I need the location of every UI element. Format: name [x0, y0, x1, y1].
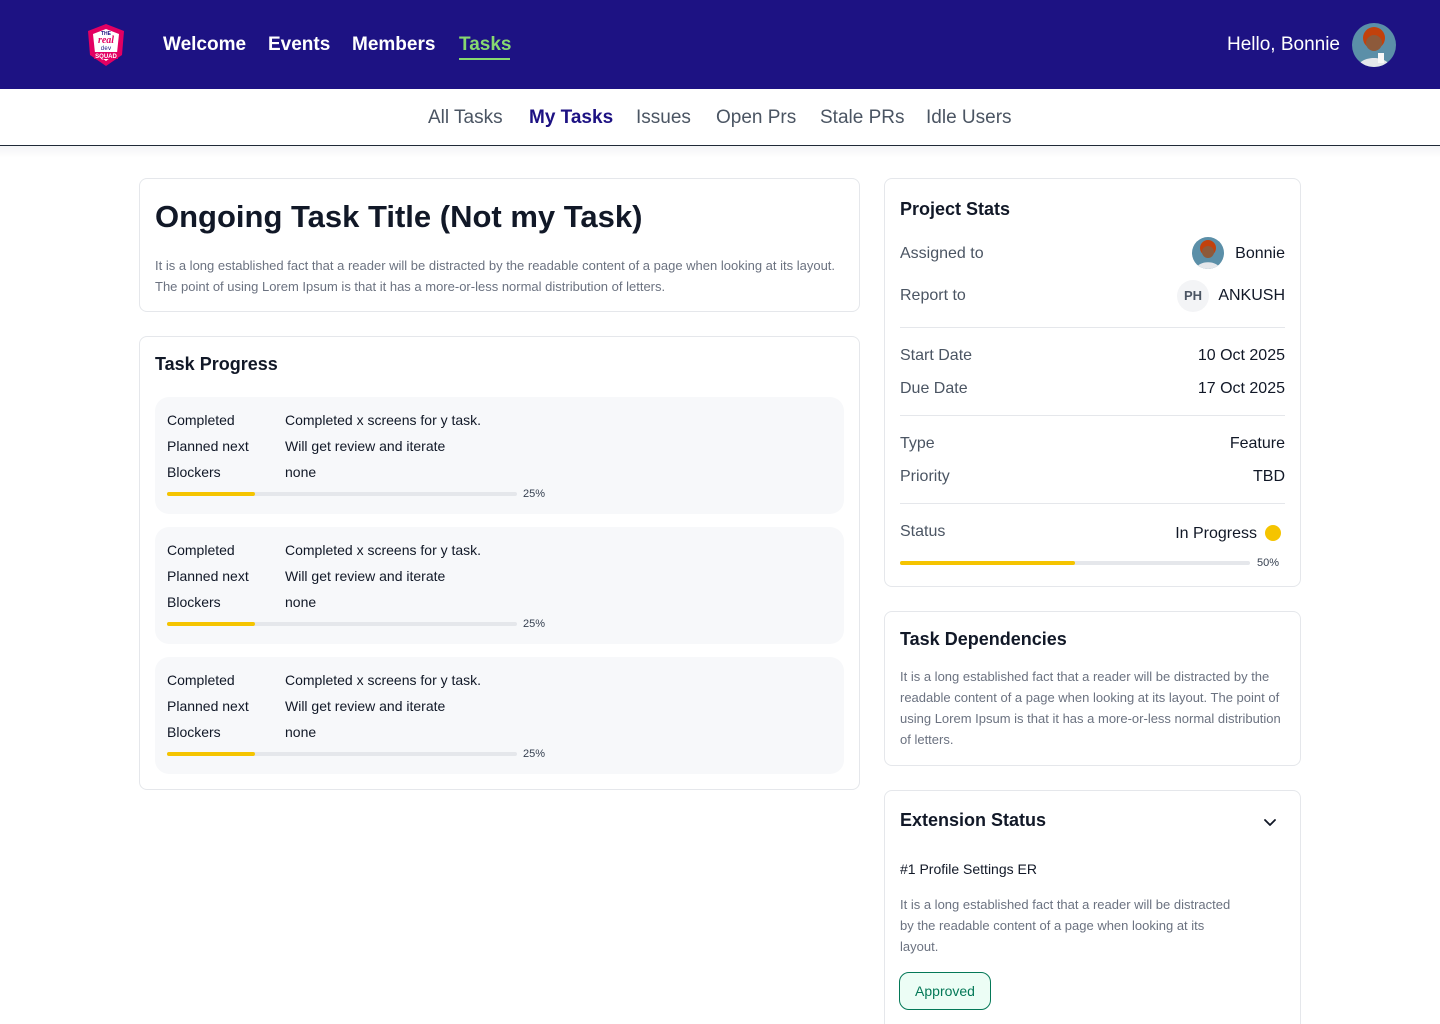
nav-link-members[interactable]: Members: [352, 34, 435, 56]
tab-issues[interactable]: Issues: [636, 107, 691, 129]
assigned-to-label: Assigned to: [900, 245, 984, 262]
divider: [900, 503, 1285, 504]
blockers-value: none: [285, 724, 317, 740]
status-progress-fill: [900, 561, 1075, 565]
logo-text-squad: SQUAD: [95, 54, 117, 60]
assignee-avatar: [1192, 237, 1224, 269]
task-sub-navbar: All Tasks My Tasks Issues Open Prs Stale…: [0, 89, 1440, 146]
task-progress-card: Task Progress Completed Completed x scre…: [139, 336, 860, 790]
task-progress-heading: Task Progress: [155, 354, 278, 374]
progress-bar: [167, 622, 517, 626]
priority-value: TBD: [1253, 468, 1285, 485]
type-label: Type: [900, 435, 935, 452]
status-progress-percent: 50%: [1257, 557, 1280, 569]
due-date-label: Due Date: [900, 380, 968, 397]
progress-bar-fill: [167, 622, 255, 626]
chevron-down-icon[interactable]: [1260, 812, 1280, 832]
tab-my-tasks[interactable]: My Tasks: [529, 107, 613, 129]
project-stats-card: Project Stats Assigned to Bonnie Report …: [884, 178, 1301, 587]
nav-link-tasks[interactable]: Tasks: [459, 34, 511, 56]
completed-value: Completed x screens for y task.: [285, 542, 482, 558]
due-date-value: 17 Oct 2025: [1197, 380, 1285, 397]
progress-percent: 25%: [523, 618, 546, 630]
planned-label: Planned next: [167, 438, 249, 454]
completed-label: Completed: [167, 412, 235, 428]
extension-status-heading: Extension Status: [900, 810, 1047, 830]
task-dependencies-description: It is a long established fact that a rea…: [900, 669, 1281, 747]
assignee-name[interactable]: Bonnie: [1235, 244, 1285, 264]
extension-status-card: Extension Status #1 Profile Settings ER …: [884, 790, 1301, 1024]
type-value: Feature: [1229, 435, 1285, 452]
approved-status-badge: Approved: [899, 972, 991, 1010]
progress-entry: Completed Completed x screens for y task…: [155, 397, 844, 514]
reporter-initials-avatar: PH: [1177, 280, 1209, 312]
completed-label: Completed: [167, 542, 235, 558]
top-navbar: THE real dev SQUAD Welcome Events Member…: [0, 0, 1440, 89]
blockers-value: none: [285, 594, 317, 610]
user-avatar[interactable]: [1352, 23, 1396, 67]
tab-open-prs[interactable]: Open Prs: [716, 107, 796, 129]
blockers-label: Blockers: [167, 464, 221, 480]
progress-bar: [167, 752, 517, 756]
subnav-shadow: [0, 146, 1440, 158]
planned-label: Planned next: [167, 568, 249, 584]
completed-value: Completed x screens for y task.: [285, 672, 482, 688]
planned-value: Will get review and iterate: [285, 438, 446, 454]
report-to-label: Report to: [900, 287, 966, 304]
task-title: Ongoing Task Title (Not my Task): [155, 199, 643, 234]
start-date-value: 10 Oct 2025: [1197, 347, 1285, 364]
blockers-value: none: [285, 464, 317, 480]
status-label: Status: [900, 523, 946, 540]
progress-bar-fill: [167, 752, 255, 756]
task-description: It is a long established fact that a rea…: [155, 258, 836, 294]
progress-percent: 25%: [523, 748, 546, 760]
tab-all-tasks[interactable]: All Tasks: [428, 107, 503, 129]
status-indicator-dot: [1265, 525, 1281, 541]
blockers-label: Blockers: [167, 594, 221, 610]
priority-label: Priority: [900, 468, 950, 485]
task-dependencies-heading: Task Dependencies: [900, 629, 1067, 649]
nav-link-welcome[interactable]: Welcome: [163, 34, 246, 56]
tab-idle-users[interactable]: Idle Users: [926, 107, 1012, 129]
nav-link-events[interactable]: Events: [268, 34, 330, 56]
progress-entry: Completed Completed x screens for y task…: [155, 527, 844, 644]
progress-bar: [167, 492, 517, 496]
start-date-label: Start Date: [900, 347, 973, 364]
task-details-card: Ongoing Task Title (Not my Task) It is a…: [139, 178, 860, 312]
planned-value: Will get review and iterate: [285, 698, 446, 714]
real-dev-squad-logo[interactable]: THE real dev SQUAD: [82, 21, 130, 69]
planned-label: Planned next: [167, 698, 249, 714]
status-progress-bar: [900, 561, 1250, 565]
active-nav-underline: [459, 58, 510, 60]
project-stats-heading: Project Stats: [900, 199, 1011, 219]
divider: [900, 327, 1285, 328]
planned-value: Will get review and iterate: [285, 568, 446, 584]
progress-entry: Completed Completed x screens for y task…: [155, 657, 844, 774]
divider: [900, 415, 1285, 416]
blockers-label: Blockers: [167, 724, 221, 740]
completed-label: Completed: [167, 672, 235, 688]
extension-request-title: #1 Profile Settings ER: [900, 861, 1037, 877]
reporter-name[interactable]: ANKUSH: [1218, 286, 1285, 306]
completed-value: Completed x screens for y task.: [285, 412, 482, 428]
logo-text-dev: dev: [101, 45, 112, 52]
progress-bar-fill: [167, 492, 255, 496]
task-dependencies-card: Task Dependencies It is a long establish…: [884, 611, 1301, 766]
extension-request-description: It is a long established fact that a rea…: [900, 897, 1231, 954]
progress-percent: 25%: [523, 488, 546, 500]
tab-stale-prs[interactable]: Stale PRs: [820, 107, 904, 129]
greeting-text: Hello, Bonnie: [1226, 34, 1340, 55]
status-value: In Progress: [1175, 525, 1257, 542]
